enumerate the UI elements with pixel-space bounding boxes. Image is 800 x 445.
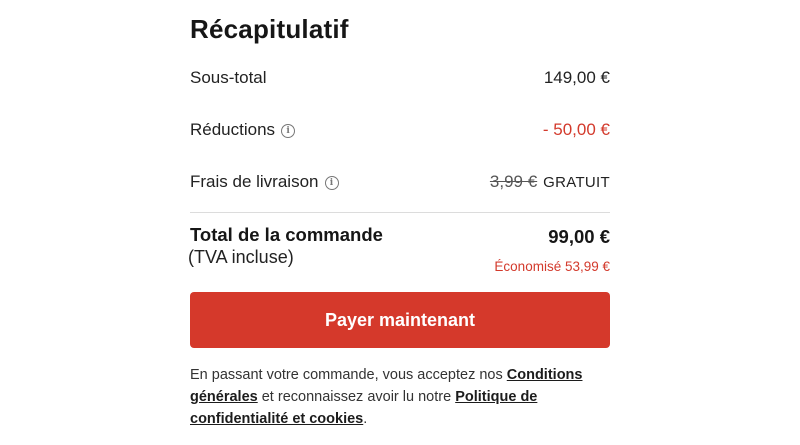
- summary-divider: [190, 212, 610, 213]
- legal-text-1: En passant votre commande, vous acceptez…: [190, 367, 507, 383]
- summary-title: Récapitulatif: [190, 14, 349, 44]
- total-tax-note: (TVA incluse): [188, 247, 294, 267]
- discounts-label-text: Réductions: [190, 120, 276, 139]
- info-icon[interactable]: i: [324, 176, 339, 190]
- shipping-value: 3,99 € GRATUIT: [490, 172, 610, 192]
- legal-text-2: et reconnaissez avoir lu notre: [257, 389, 456, 405]
- shipping-row: Frais de livraison i 3,99 € GRATUIT: [190, 172, 610, 192]
- discounts-row: Réductions i - 50,00 €: [190, 120, 610, 140]
- subtotal-value: 149,00 €: [543, 68, 610, 87]
- shipping-label-text: Frais de livraison: [190, 172, 319, 191]
- pay-now-button[interactable]: Payer maintenant: [190, 292, 610, 348]
- discounts-value: - 50,00 €: [542, 120, 610, 139]
- shipping-label: Frais de livraison i: [190, 172, 339, 192]
- discounts-label: Réductions i: [190, 120, 296, 140]
- savings-note: Économisé 53,99 €: [494, 259, 610, 274]
- total-label: Total de la commande: [190, 224, 383, 245]
- total-value: 99,00 €: [548, 226, 610, 247]
- shipping-free-label: GRATUIT: [543, 174, 610, 191]
- legal-notice: En passant votre commande, vous acceptez…: [190, 364, 610, 430]
- subtotal-row: Sous-total 149,00 €: [190, 68, 610, 88]
- subtotal-label-text: Sous-total: [190, 68, 267, 87]
- subtotal-label: Sous-total: [190, 68, 267, 88]
- shipping-old-price: 3,99 €: [489, 172, 538, 191]
- info-icon[interactable]: i: [281, 124, 296, 138]
- legal-text-3: .: [363, 411, 368, 427]
